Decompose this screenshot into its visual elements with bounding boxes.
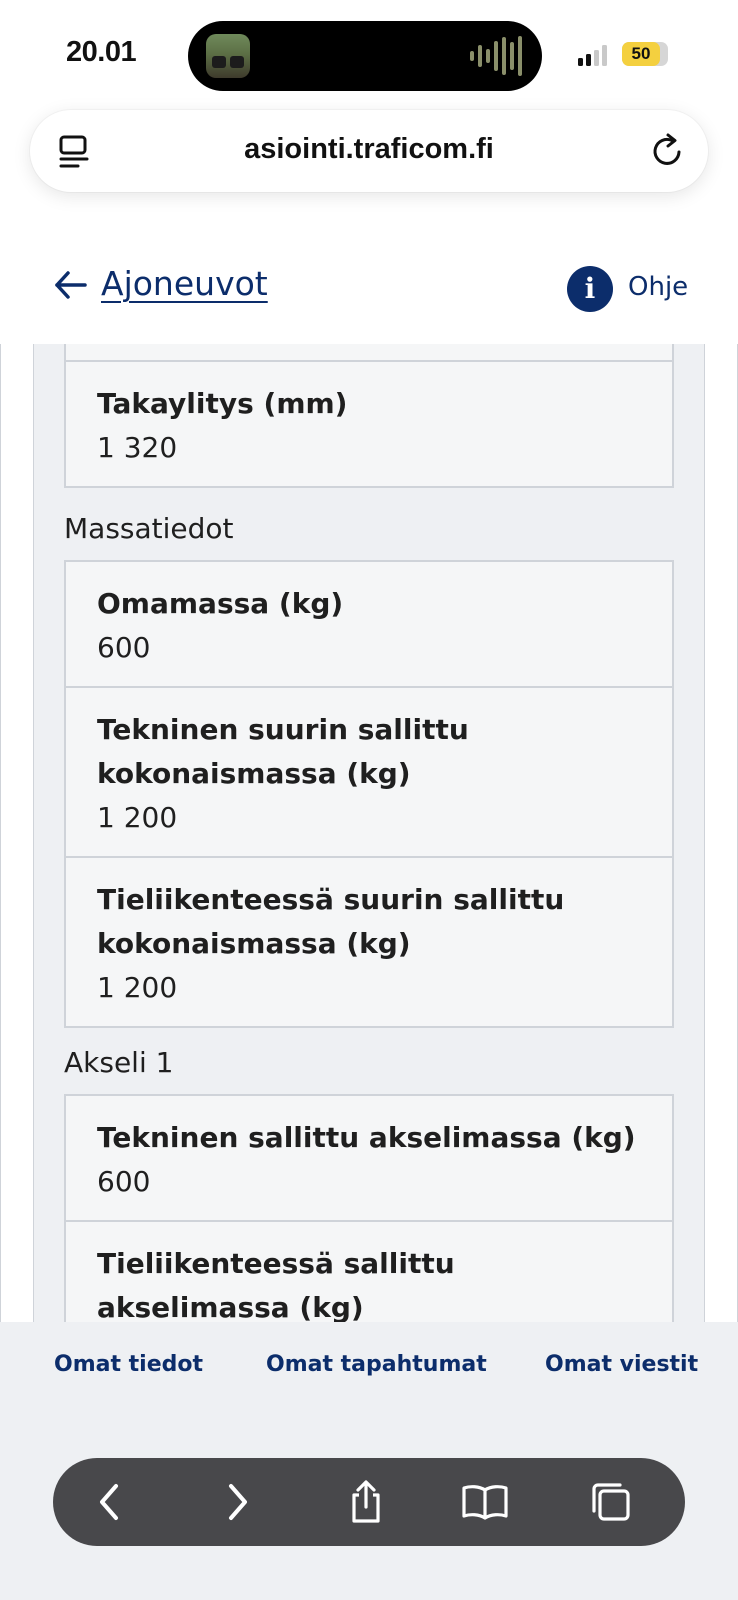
back-link[interactable]: Ajoneuvot: [101, 264, 268, 303]
tabs-icon: [592, 1483, 630, 1521]
detail-row: Tekninen suurin sallittu kokonaismassa (…: [66, 686, 672, 856]
dimensions-card: Takaylitys (mm) 1 320: [64, 360, 674, 488]
section-title-mass: Massatiedot: [64, 512, 234, 545]
detail-value: 1 200: [97, 801, 178, 834]
cellular-signal-icon: [578, 44, 607, 66]
nav-own-messages[interactable]: Omat viestit: [545, 1352, 698, 1377]
forward-icon: [229, 1484, 247, 1520]
audio-waveform-icon: [470, 35, 522, 77]
detail-row: Tieliikenteessä sallittu akselimassa (kg…: [66, 1220, 672, 1322]
detail-row: Omamassa (kg) 600: [66, 562, 672, 686]
info-icon[interactable]: i: [567, 266, 613, 312]
detail-row: Tekninen sallittu akselimassa (kg) 600: [66, 1096, 672, 1220]
detail-value: 1 320: [97, 431, 178, 464]
detail-value: 600: [97, 1165, 151, 1198]
address-bar[interactable]: asiointi.traficom.fi: [30, 110, 708, 192]
back-button[interactable]: [81, 1474, 137, 1530]
back-icon: [100, 1484, 118, 1520]
battery-icon: 50: [622, 42, 668, 66]
bookmarks-button[interactable]: [457, 1474, 513, 1530]
detail-label: Tekninen sallittu akselimassa (kg): [97, 1121, 636, 1154]
detail-value: 600: [97, 631, 151, 664]
forward-button[interactable]: [210, 1474, 266, 1530]
detail-row: Takaylitys (mm) 1 320: [66, 362, 672, 486]
share-button[interactable]: [338, 1474, 394, 1530]
bookmarks-icon: [462, 1485, 508, 1520]
browser-toolbar: [53, 1458, 685, 1546]
arrow-left-icon[interactable]: [54, 270, 88, 300]
dynamic-island[interactable]: [188, 21, 542, 91]
detail-row: Tieliikenteessä suurin sallittu kokonais…: [66, 856, 672, 1026]
help-link[interactable]: Ohje: [628, 272, 688, 302]
section-title-axle-1: Akseli 1: [64, 1046, 174, 1079]
reload-icon[interactable]: [648, 132, 686, 170]
nav-own-events[interactable]: Omat tapahtumat: [266, 1352, 487, 1377]
share-icon: [352, 1480, 380, 1523]
axle-1-card: Tekninen sallittu akselimassa (kg) 600 T…: [64, 1094, 674, 1322]
detail-label: Omamassa (kg): [97, 587, 344, 620]
now-playing-artwork: [206, 34, 250, 78]
status-bar: 20.01 50: [0, 0, 738, 108]
url-text[interactable]: asiointi.traficom.fi: [30, 133, 708, 166]
clock: 20.01: [66, 36, 137, 68]
detail-label: Tieliikenteessä suurin sallittu kokonais…: [97, 883, 565, 960]
vehicle-details-content[interactable]: Takaylitys (mm) 1 320 Massatiedot Omamas…: [0, 344, 738, 1322]
detail-label: Tieliikenteessä sallittu akselimassa (kg…: [97, 1247, 455, 1322]
battery-level: 50: [631, 44, 651, 63]
page-header: Ajoneuvot i Ohje: [0, 240, 738, 344]
detail-value: 1 200: [97, 971, 178, 1004]
mass-card: Omamassa (kg) 600 Tekninen suurin sallit…: [64, 560, 674, 1028]
detail-label: Tekninen suurin sallittu kokonaismassa (…: [97, 713, 469, 790]
nav-own-details[interactable]: Omat tiedot: [54, 1352, 203, 1377]
detail-label: Takaylitys (mm): [97, 387, 348, 420]
tabs-button[interactable]: [583, 1474, 639, 1530]
